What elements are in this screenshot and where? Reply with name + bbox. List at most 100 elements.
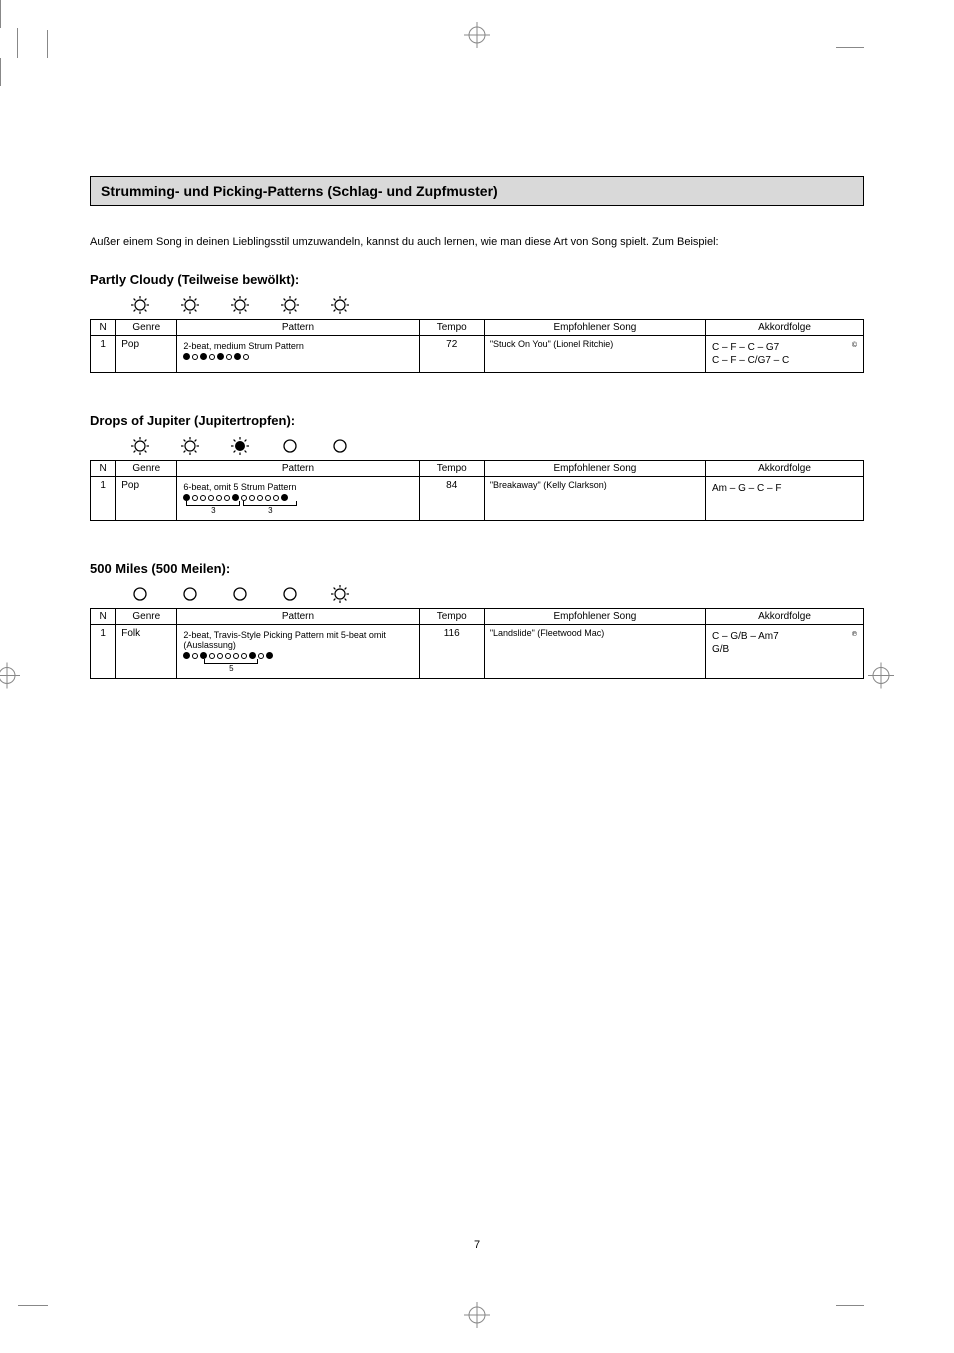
crop-mark <box>0 0 18 28</box>
open-dot-icon <box>241 653 247 659</box>
circle-icon <box>130 584 150 604</box>
col-header-genre: Genre <box>116 609 177 625</box>
open-dot-icon <box>208 495 214 501</box>
filled-dot-icon <box>232 494 239 501</box>
circle-icon <box>280 436 300 456</box>
crop-mark <box>0 58 18 86</box>
page-number: 7 <box>90 1239 864 1251</box>
circle-icon <box>280 584 300 604</box>
filled-dot-icon <box>266 652 273 659</box>
registration-mark-icon <box>464 1302 490 1331</box>
sunfill-icon <box>230 436 250 456</box>
cell-genre: Pop <box>116 336 177 373</box>
cell-chord: Am – G – C – F <box>706 477 864 521</box>
weather-icon-row <box>130 584 864 604</box>
page-title: Strumming- und Picking-Patterns (Schlag-… <box>90 176 864 206</box>
sun-icon <box>180 436 200 456</box>
col-header-pattern: Pattern <box>177 320 419 336</box>
col-header-genre: Genre <box>116 461 177 477</box>
pattern-table: NGenrePatternTempoEmpfohlener SongAkkord… <box>90 319 864 373</box>
filled-dot-icon <box>234 353 241 360</box>
open-dot-icon <box>241 495 247 501</box>
cell-recommend: "Breakaway" (Kelly Clarkson) <box>484 477 705 521</box>
open-dot-icon <box>257 495 263 501</box>
col-header-tempo: Tempo <box>419 320 484 336</box>
weather-icon-row <box>130 436 864 456</box>
circle-icon <box>180 584 200 604</box>
cell-recommend: "Stuck On You" (Lionel Ritchie) <box>484 336 705 373</box>
open-dot-icon <box>273 495 279 501</box>
sun-icon <box>280 295 300 315</box>
open-dot-icon <box>243 354 249 360</box>
open-dot-icon <box>217 653 223 659</box>
cell-tempo: 72 <box>419 336 484 373</box>
col-header-pattern: Pattern <box>177 609 419 625</box>
sun-icon <box>330 584 350 604</box>
table-row: 1Folk2-beat, Travis-Style Picking Patter… <box>91 625 864 679</box>
open-dot-icon <box>224 495 230 501</box>
col-header-n: N <box>91 320 116 336</box>
open-dot-icon <box>258 653 264 659</box>
open-dot-icon <box>192 495 198 501</box>
cell-recommend: "Landslide" (Fleetwood Mac) <box>484 625 705 679</box>
crop-mark <box>836 1305 864 1323</box>
col-header-pattern: Pattern <box>177 461 419 477</box>
section-label: Drops of Jupiter (Jupitertropfen): <box>90 413 864 428</box>
open-dot-icon <box>225 653 231 659</box>
registration-mark-icon <box>464 22 490 51</box>
cell-tempo: 116 <box>419 625 484 679</box>
crop-mark <box>0 28 18 58</box>
open-dot-icon <box>233 653 239 659</box>
cell-genre: Folk <box>116 625 177 679</box>
col-header-recommend: Empfohlener Song <box>484 461 705 477</box>
pattern-table: NGenrePatternTempoEmpfohlener SongAkkord… <box>90 460 864 521</box>
pattern-section: 500 Miles (500 Meilen): NGenrePatternTemp… <box>90 561 864 679</box>
rights-symbol: ℗ <box>852 630 857 639</box>
circle-icon <box>230 584 250 604</box>
open-dot-icon <box>209 653 215 659</box>
sun-icon <box>180 295 200 315</box>
open-dot-icon <box>200 495 206 501</box>
cell-n: 1 <box>91 477 116 521</box>
section-label: Partly Cloudy (Teilweise bewölkt): <box>90 272 864 287</box>
filled-dot-icon <box>200 652 207 659</box>
page-content: Strumming- und Picking-Patterns (Schlag-… <box>0 86 954 1301</box>
cell-tempo: 84 <box>419 477 484 521</box>
crop-mark <box>18 1305 48 1323</box>
col-header-chord: Akkordfolge <box>706 461 864 477</box>
open-dot-icon <box>192 653 198 659</box>
cell-pattern: 2-beat, Travis-Style Picking Pattern mit… <box>177 625 419 679</box>
open-dot-icon <box>192 354 198 360</box>
open-dot-icon <box>265 495 271 501</box>
registration-mark-icon <box>0 662 20 691</box>
table-row: 1Pop6-beat, omit 5 Strum Pattern3384"Bre… <box>91 477 864 521</box>
cell-chord: C – F – C – G7C – F – C/G7 – C© <box>706 336 864 373</box>
filled-dot-icon <box>217 353 224 360</box>
crop-mark <box>836 30 864 48</box>
pattern-table: NGenrePatternTempoEmpfohlener SongAkkord… <box>90 608 864 679</box>
sun-icon <box>130 295 150 315</box>
cell-n: 1 <box>91 336 116 373</box>
col-header-genre: Genre <box>116 320 177 336</box>
rights-symbol: © <box>852 341 857 350</box>
tuplet-brace: 5 <box>204 659 258 673</box>
filled-dot-icon <box>200 353 207 360</box>
col-header-chord: Akkordfolge <box>706 320 864 336</box>
col-header-tempo: Tempo <box>419 461 484 477</box>
filled-dot-icon <box>183 652 190 659</box>
intro-text: Außer einem Song in deinen Lieblingsstil… <box>90 236 864 248</box>
open-dot-icon <box>216 495 222 501</box>
open-dot-icon <box>249 495 255 501</box>
cell-chord: C – G/B – Am7G/B℗ <box>706 625 864 679</box>
registration-mark-icon <box>868 662 894 691</box>
crop-mark <box>30 30 48 58</box>
filled-dot-icon <box>183 494 190 501</box>
sun-icon <box>230 295 250 315</box>
section-label: 500 Miles (500 Meilen): <box>90 561 864 576</box>
open-dot-icon <box>226 354 232 360</box>
filled-dot-icon <box>249 652 256 659</box>
col-header-recommend: Empfohlener Song <box>484 320 705 336</box>
tuplet-brace: 3 <box>243 501 297 515</box>
col-header-chord: Akkordfolge <box>706 609 864 625</box>
col-header-n: N <box>91 461 116 477</box>
